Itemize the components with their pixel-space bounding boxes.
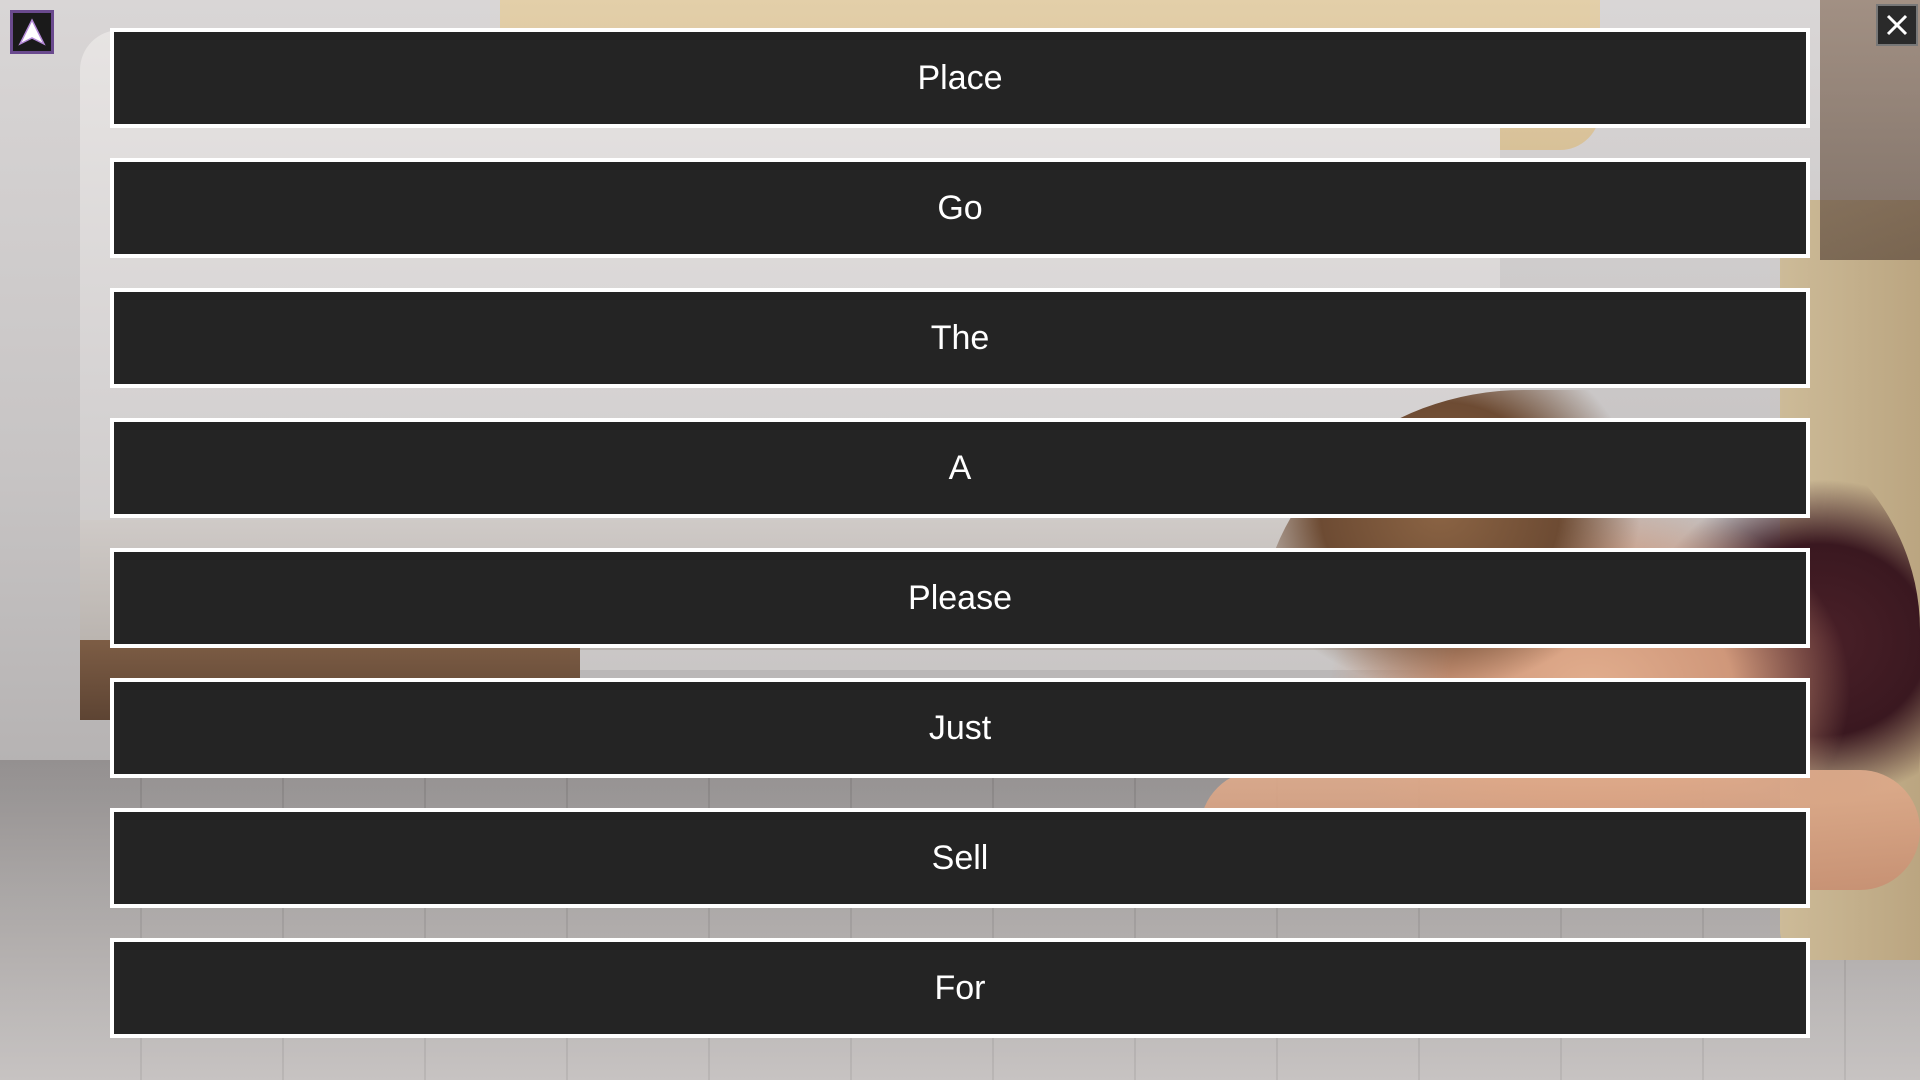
choice-button-a[interactable]: A xyxy=(110,418,1810,518)
arrow-up-triangle-icon xyxy=(18,18,46,46)
choice-button-sell[interactable]: Sell xyxy=(110,808,1810,908)
choice-menu: Place Go The A Please Just Sell For xyxy=(110,28,1810,1038)
choice-button-go[interactable]: Go xyxy=(110,158,1810,258)
close-button[interactable] xyxy=(1876,4,1918,46)
choice-button-place[interactable]: Place xyxy=(110,28,1810,128)
close-icon xyxy=(1886,14,1908,36)
app-logo-icon[interactable] xyxy=(10,10,54,54)
choice-button-the[interactable]: The xyxy=(110,288,1810,388)
choice-button-for[interactable]: For xyxy=(110,938,1810,1038)
choice-button-please[interactable]: Please xyxy=(110,548,1810,648)
choice-button-just[interactable]: Just xyxy=(110,678,1810,778)
